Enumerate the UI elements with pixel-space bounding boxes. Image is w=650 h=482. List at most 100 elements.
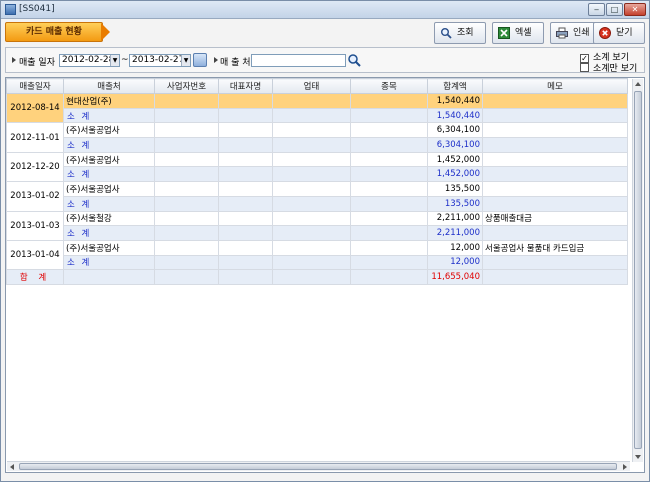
date-range-separator: ~ xyxy=(121,55,129,65)
print-button-label: 인쇄 xyxy=(573,28,590,38)
date-cell[interactable]: 2012-08-14 xyxy=(6,92,64,124)
column-header[interactable]: 종목 xyxy=(350,78,428,94)
column-header[interactable]: 메모 xyxy=(482,78,628,94)
window-close-button[interactable]: ✕ xyxy=(624,3,646,16)
table-row[interactable]: 2013-01-04 (주)서울공업사 12,000 서울공업사 물품대 카드입… xyxy=(6,239,628,271)
close-button[interactable]: 닫기 xyxy=(593,22,645,44)
column-header[interactable]: 합계액 xyxy=(427,78,483,94)
cell[interactable] xyxy=(218,93,273,109)
subtotal-cell: 1,540,440 xyxy=(427,107,483,124)
date-to-picker[interactable]: 2013-02-27 ▼ xyxy=(129,54,191,67)
subtotal-row[interactable]: 소 계 6,304,100 xyxy=(7,137,628,153)
minimize-button[interactable]: ‒ xyxy=(588,3,605,16)
date-cell[interactable]: 2012-12-20 xyxy=(6,151,64,183)
window-title: [SS041] xyxy=(19,4,55,14)
subtotal-row[interactable]: 소 계 12,000 xyxy=(7,254,628,271)
subtotal-row[interactable]: 소 계 135,500 xyxy=(7,195,628,212)
sales-grid[interactable]: 매출일자 매출처 사업자번호 대표자명 업태 종목 합계액 메모 2012-08… xyxy=(5,77,645,473)
vendor-search-icon[interactable] xyxy=(347,53,361,67)
column-header[interactable]: 업태 xyxy=(272,78,351,94)
amount-cell[interactable]: 2,211,000 xyxy=(427,210,483,227)
scroll-up-icon[interactable] xyxy=(635,82,641,86)
subtotal-only-checkbox[interactable]: 소계만 보기 xyxy=(580,61,637,74)
scroll-left-icon[interactable] xyxy=(10,464,14,470)
subtotal-cell: 12,000 xyxy=(427,254,483,271)
scroll-down-icon[interactable] xyxy=(635,455,641,459)
vendor-cell[interactable]: (주)서울공업사 xyxy=(63,239,155,256)
total-row[interactable]: 합 계 11,655,040 xyxy=(6,269,628,285)
memo-cell[interactable] xyxy=(482,122,628,139)
vendor-cell[interactable]: (주)서울공업사 xyxy=(63,151,155,168)
table-row[interactable]: 2013-01-03 (주)서울철강 2,211,000 상품매출대금 xyxy=(6,210,628,241)
memo-cell[interactable]: 상품매출대금 xyxy=(482,210,628,227)
date-cell[interactable]: 2012-11-01 xyxy=(6,122,64,153)
vendor-cell[interactable]: (주)서울철강 xyxy=(63,210,155,227)
excel-icon xyxy=(498,27,510,39)
vendor-cell[interactable]: 현대산업(주) xyxy=(63,93,155,109)
cell[interactable] xyxy=(154,93,219,109)
vertical-scroll-thumb[interactable] xyxy=(634,91,642,449)
magnifier-icon xyxy=(441,28,452,39)
main-window: [SS041] ‒ □ ✕ 카드 매출 현황 조회 엑셀 인쇄 닫기 매출 일자… xyxy=(0,0,650,482)
date-cell[interactable]: 2013-01-03 xyxy=(6,210,64,241)
cell[interactable] xyxy=(350,93,428,109)
amount-cell[interactable]: 1,452,000 xyxy=(427,151,483,168)
page-title: 카드 매출 현황 xyxy=(5,22,103,42)
subtotal-label: 소 계 xyxy=(63,137,155,153)
chevron-down-icon[interactable]: ▼ xyxy=(110,55,119,66)
date-from-picker[interactable]: 2012-02-28 ▼ xyxy=(59,54,120,67)
amount-cell[interactable]: 6,304,100 xyxy=(427,122,483,139)
table-row[interactable]: 2012-12-20 (주)서울공업사 1,452,000 xyxy=(6,151,628,183)
vendor-cell[interactable]: (주)서울공업사 xyxy=(63,181,155,197)
page-title-arrow-icon xyxy=(101,23,110,41)
cell[interactable] xyxy=(272,93,351,109)
memo-cell[interactable]: 서울공업사 물품대 카드입금 xyxy=(482,239,628,256)
subtotal-row[interactable]: 소 계 1,452,000 xyxy=(7,166,628,183)
date-cell[interactable]: 2013-01-04 xyxy=(6,239,64,271)
memo-cell[interactable] xyxy=(482,181,628,197)
horizontal-scrollbar[interactable] xyxy=(7,461,630,471)
filter-bar: 매출 일자 2012-02-28 ▼ ~ 2013-02-27 ▼ 매 출 처 … xyxy=(5,47,645,74)
subtotal-label: 소 계 xyxy=(63,195,155,212)
chevron-down-icon[interactable]: ▼ xyxy=(181,55,190,66)
subtotal-cell: 1,452,000 xyxy=(427,166,483,183)
subtotal-row[interactable]: 소 계 2,211,000 xyxy=(7,225,628,241)
scroll-right-icon[interactable] xyxy=(623,464,627,470)
table-row[interactable]: 2013-01-02 (주)서울공업사 135,500 xyxy=(6,181,628,212)
search-button[interactable]: 조회 xyxy=(434,22,486,44)
excel-button[interactable]: 엑셀 xyxy=(492,22,544,44)
horizontal-scroll-thumb[interactable] xyxy=(19,463,617,470)
memo-cell[interactable] xyxy=(482,151,628,168)
date-label: 매출 일자 xyxy=(19,58,55,68)
date-cell[interactable]: 2013-01-02 xyxy=(6,181,64,212)
memo-cell[interactable] xyxy=(482,93,628,109)
subtotal-row[interactable]: 소 계 1,540,440 xyxy=(7,107,628,124)
close-button-label: 닫기 xyxy=(616,28,633,38)
amount-cell[interactable]: 135,500 xyxy=(427,181,483,197)
amount-cell[interactable]: 1,540,440 xyxy=(427,93,483,109)
column-header[interactable]: 대표자명 xyxy=(218,78,273,94)
subtotal-label: 소 계 xyxy=(63,254,155,271)
checkbox-empty-icon[interactable] xyxy=(580,63,589,72)
vendor-cell[interactable]: (주)서울공업사 xyxy=(63,122,155,139)
total-cell: 11,655,040 xyxy=(427,269,483,285)
column-header[interactable]: 사업자번호 xyxy=(154,78,219,94)
date-to-value: 2013-02-27 xyxy=(132,55,185,65)
vertical-scrollbar[interactable] xyxy=(632,79,643,462)
total-label: 합 계 xyxy=(6,269,64,285)
amount-cell[interactable]: 12,000 xyxy=(427,239,483,256)
date-from-value: 2012-02-28 xyxy=(62,55,115,65)
vendor-input[interactable] xyxy=(251,54,346,67)
subtotal-cell: 135,500 xyxy=(427,195,483,212)
table-row[interactable]: 2012-08-14 현대산업(주) 1,540,440 xyxy=(6,92,628,124)
bullet-arrow-icon xyxy=(12,57,16,63)
table-header: 매출일자 매출처 사업자번호 대표자명 업태 종목 합계액 메모 xyxy=(6,78,628,94)
column-header[interactable]: 매출처 xyxy=(63,78,155,94)
title-bar[interactable]: [SS041] ‒ □ ✕ xyxy=(1,1,649,19)
subtotal-label: 소 계 xyxy=(63,107,155,124)
calendar-icon[interactable] xyxy=(193,53,207,67)
excel-button-label: 엑셀 xyxy=(515,28,532,38)
table-row[interactable]: 2012-11-01 (주)서울공업사 6,304,100 xyxy=(6,122,628,153)
maximize-button[interactable]: □ xyxy=(606,3,623,16)
column-header[interactable]: 매출일자 xyxy=(6,78,64,94)
